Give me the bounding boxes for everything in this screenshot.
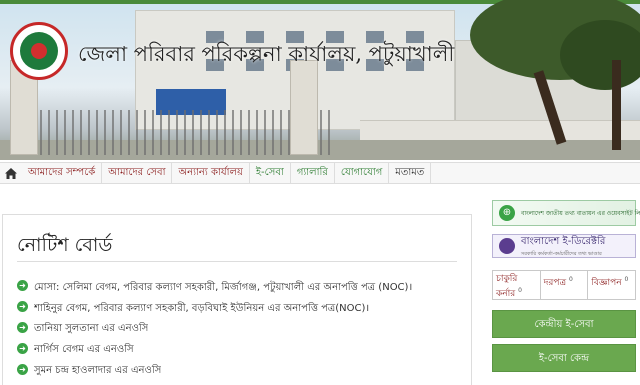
notice-item[interactable]: ➜ নার্গিস বেগম এর এনওসি xyxy=(17,342,467,363)
national-portal-banner[interactable]: ⊕ বাংলাদেশ জাতীয় তথ্য বাতায়ন এর ওয়েবস… xyxy=(492,200,640,226)
divider xyxy=(17,261,457,262)
notice-item[interactable]: ➜ তানিয়া সুলতানা এর এনওসি xyxy=(17,321,467,342)
tree-canopy-2 xyxy=(560,20,640,90)
central-eservice-button[interactable]: কেন্দ্রীয় ই-সেবা xyxy=(492,310,636,338)
edirectory-subtitle: সরকারি কর্মকর্তা-কর্মচারীদের তথ্য ভাণ্ডা… xyxy=(521,250,602,257)
home-icon[interactable] xyxy=(0,162,22,184)
arrow-right-icon: ➜ xyxy=(17,343,28,354)
nav-item-other-offices[interactable]: অন্যান্য কার্যালয় xyxy=(172,162,250,184)
notice-link[interactable]: মোসা: সেলিমা বেগম, পরিবার কল্যাণ সহকারী,… xyxy=(34,279,412,297)
nav-item-eservice[interactable]: ই-সেবা xyxy=(250,162,291,184)
nav-item-about[interactable]: আমাদের সম্পর্কে xyxy=(22,162,103,184)
tab-label: চাকুরি কর্নার xyxy=(496,274,518,299)
header-banner: জেলা পরিবার পরিকল্পনা কার্যালয়, পটুয়াখ… xyxy=(0,0,640,160)
notice-link[interactable]: শাহিনুর বেগম, পরিবার কল্যাণ সহকারী, বড়ব… xyxy=(34,300,369,318)
tab-label: দরপত্র xyxy=(543,278,567,288)
eservice-center-button[interactable]: ই-সেবা কেন্দ্র xyxy=(492,344,636,372)
arrow-right-icon: ➜ xyxy=(17,280,28,291)
notice-link[interactable]: নার্গিস বেগম এর এনওসি xyxy=(34,342,134,359)
main-nav: আমাদের সম্পর্কে আমাদের সেবা অন্যান্য কার… xyxy=(0,162,640,184)
tab-count: 0 xyxy=(518,287,522,294)
government-seal-logo[interactable] xyxy=(10,22,68,80)
notice-link[interactable]: সুমন চন্দ্র হাওলাদার এর এনওসি xyxy=(34,363,161,380)
notice-item[interactable]: ➜ মোসা: সেলিমা বেগম, পরিবার কল্যাণ সহকারী… xyxy=(17,279,467,300)
tab-job-corner[interactable]: চাকুরি কর্নার 0 xyxy=(493,271,541,299)
notice-list: ➜ মোসা: সেলিমা বেগম, পরিবার কল্যাণ সহকারী… xyxy=(17,279,467,384)
gate-fence xyxy=(40,110,330,155)
portal-banner-text: বাংলাদেশ জাতীয় তথ্য বাতায়ন এর ওয়েবসাই… xyxy=(521,209,640,217)
nav-item-feedback[interactable]: মতামত xyxy=(389,162,432,184)
nav-item-services[interactable]: আমাদের সেবা xyxy=(102,162,173,184)
arrow-right-icon: ➜ xyxy=(17,301,28,312)
arrow-right-icon: ➜ xyxy=(17,364,28,375)
edirectory-banner[interactable]: বাংলাদেশ ই-ডিরেক্টরি সরকারি কর্মকর্তা-কর… xyxy=(492,234,636,258)
arrow-right-icon: ➜ xyxy=(17,322,28,333)
tab-count: 0 xyxy=(568,276,573,283)
notice-board-title: নোটিশ বোর্ড xyxy=(17,234,113,256)
nav-item-contact[interactable]: যোগাযোগ xyxy=(335,162,390,184)
tab-advertisement[interactable]: বিজ্ঞাপন 0 xyxy=(588,271,635,299)
tab-tender[interactable]: দরপত্র 0 xyxy=(541,271,589,299)
globe-icon: ⊕ xyxy=(499,205,515,221)
tab-count: 0 xyxy=(624,276,629,283)
notice-link[interactable]: তানিয়া সুলতানা এর এনওসি xyxy=(34,321,148,338)
tab-label: বিজ্ঞাপন xyxy=(591,278,622,288)
notice-board: নোটিশ বোর্ড ➜ মোসা: সেলিমা বেগম, পরিবার ক… xyxy=(2,214,472,385)
notice-item[interactable]: ➜ শাহিনুর বেগম, পরিবার কল্যাণ সহকারী, বড়… xyxy=(17,300,467,321)
nav-item-gallery[interactable]: গ্যালারি xyxy=(291,162,335,184)
notice-tabs: চাকুরি কর্নার 0 দরপত্র 0 বিজ্ঞাপন 0 xyxy=(492,270,636,300)
gate-pillar-right xyxy=(290,60,318,155)
tree-trunk-2 xyxy=(612,60,621,150)
office-title: জেলা পরিবার পরিকল্পনা কার্যালয়, পটুয়াখ… xyxy=(78,42,455,66)
edirectory-logo-icon xyxy=(499,238,515,254)
notice-item[interactable]: ➜ সুমন চন্দ্র হাওলাদার এর এনওসি xyxy=(17,363,467,384)
edirectory-title: বাংলাদেশ ই-ডিরেক্টরি xyxy=(521,235,606,247)
